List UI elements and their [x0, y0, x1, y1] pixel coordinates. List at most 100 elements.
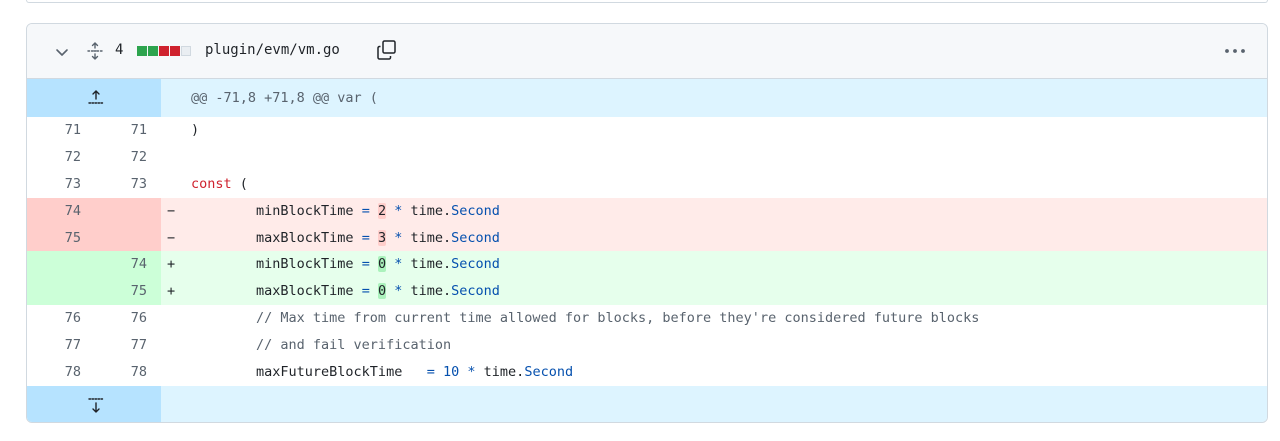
- new-line-number[interactable]: 73: [93, 171, 147, 198]
- code-token: =: [361, 202, 370, 219]
- file-path-link[interactable]: plugin/evm/vm.go: [205, 42, 340, 58]
- changes-count: 4: [115, 42, 124, 58]
- kebab-horizontal-icon[interactable]: [1223, 42, 1247, 60]
- code-text: maxBlockTime = 3 * time.Second: [191, 225, 500, 252]
- old-line-number[interactable]: 75: [27, 225, 81, 252]
- code-token: 3: [377, 229, 387, 246]
- code-token: maxFutureBlockTime: [191, 364, 427, 381]
- context-line: 73 73 const (: [27, 171, 1267, 198]
- code-text: // Max time from current time allowed fo…: [191, 305, 979, 332]
- diffstat-deleted-block: [159, 46, 169, 56]
- code-token: =: [361, 256, 370, 273]
- new-line-number[interactable]: 72: [93, 144, 147, 171]
- old-line-number[interactable]: 78: [27, 359, 81, 386]
- code-token: time.: [402, 256, 452, 273]
- context-line: 71 71): [27, 117, 1267, 144]
- diff-sign: −: [167, 229, 176, 246]
- added-line: 74 + minBlockTime = 0 * time.Second: [27, 251, 1267, 279]
- code-token: maxBlockTime: [191, 283, 362, 300]
- context-line: 72 72: [27, 144, 1267, 171]
- old-line-number[interactable]: 73: [27, 171, 81, 198]
- file-header: 4 plugin/evm/vm.go: [27, 24, 1267, 79]
- old-line-number[interactable]: [27, 278, 81, 305]
- code-token: maxBlockTime: [191, 229, 362, 246]
- code-token: time.: [402, 229, 452, 246]
- hunk-header-text: @@ -71,8 +71,8 @@ var (: [191, 90, 378, 106]
- diff-lines: 71 71) 72 72 73 73 const (74− minBlockTime = 2…: [27, 117, 1267, 386]
- code-token: time.: [402, 283, 452, 300]
- diffstat-added-block: [137, 46, 147, 56]
- code-text: const (: [191, 171, 248, 198]
- old-line-number[interactable]: 74: [27, 198, 81, 225]
- previous-file-border: [26, 0, 1268, 3]
- code-token: (: [231, 175, 248, 192]
- fold-down-icon[interactable]: [86, 395, 106, 415]
- old-line-number[interactable]: 72: [27, 144, 81, 171]
- code-token: // and fail verification: [191, 337, 452, 354]
- code-token: 10: [442, 364, 460, 381]
- code-text: maxFutureBlockTime = 10 * time.Second: [191, 359, 573, 386]
- diffstat-neutral-block: [181, 46, 191, 56]
- code-token: 0: [377, 283, 387, 300]
- diffstat-deleted-block: [170, 46, 180, 56]
- code-text: minBlockTime = 2 * time.Second: [191, 198, 500, 225]
- chevron-down-icon[interactable]: [54, 44, 70, 60]
- new-line-number[interactable]: 74: [93, 251, 147, 278]
- copy-icon[interactable]: [376, 39, 398, 61]
- code-token: =: [361, 283, 370, 300]
- old-line-number[interactable]: 76: [27, 305, 81, 332]
- new-line-number[interactable]: [93, 198, 147, 225]
- code-text: maxBlockTime = 0 * time.Second: [191, 278, 500, 305]
- code-token: ): [191, 122, 200, 138]
- diff-file: 4 plugin/evm/vm.go @@ -71,8 +71,8 @@ var…: [26, 23, 1268, 423]
- added-line: 75 + maxBlockTime = 0 * time.Second: [27, 278, 1267, 306]
- code-text: // and fail verification: [191, 332, 451, 359]
- new-line-number[interactable]: 71: [93, 117, 147, 144]
- diffstat: [137, 46, 191, 56]
- new-line-number[interactable]: 78: [93, 359, 147, 386]
- code-token: const: [191, 175, 232, 192]
- hunk-header-row: @@ -71,8 +71,8 @@ var (: [27, 79, 1267, 117]
- old-line-number[interactable]: [27, 251, 81, 278]
- diff-sign: −: [167, 202, 176, 219]
- new-line-number[interactable]: 75: [93, 278, 147, 305]
- code-token: Second: [524, 364, 574, 381]
- code-token: =: [426, 364, 435, 381]
- new-line-number[interactable]: 76: [93, 305, 147, 332]
- code-token: 2: [377, 202, 387, 219]
- new-line-number[interactable]: 77: [93, 332, 147, 359]
- old-line-number[interactable]: 77: [27, 332, 81, 359]
- expand-down-row: [27, 385, 1267, 422]
- context-line: 77 77 // and fail verification: [27, 332, 1267, 359]
- code-token: minBlockTime: [191, 256, 362, 273]
- code-token: Second: [451, 229, 500, 246]
- code-token: 0: [377, 256, 387, 273]
- code-token: Second: [451, 202, 500, 219]
- deleted-line: 74 − minBlockTime = 2 * time.Second: [27, 197, 1267, 225]
- code-token: Second: [451, 256, 500, 273]
- fold-icon[interactable]: [85, 41, 105, 61]
- diff-sign: +: [167, 256, 176, 273]
- code-token: *: [467, 364, 476, 381]
- fold-up-icon[interactable]: [86, 88, 106, 108]
- code-token: =: [361, 229, 370, 246]
- code-text: ): [191, 117, 199, 144]
- old-line-number[interactable]: 71: [27, 117, 81, 144]
- new-line-number[interactable]: [93, 225, 147, 252]
- context-line: 76 76 // Max time from current time allow…: [27, 305, 1267, 332]
- code-token: time.: [475, 364, 525, 381]
- code-token: // Max time from current time allowed fo…: [191, 310, 980, 327]
- code-token: time.: [402, 202, 452, 219]
- diffstat-added-block: [148, 46, 158, 56]
- diff-sign: +: [167, 283, 176, 300]
- code-token: minBlockTime: [191, 202, 362, 219]
- code-text: minBlockTime = 0 * time.Second: [191, 251, 500, 278]
- deleted-line: 75 − maxBlockTime = 3 * time.Second: [27, 224, 1267, 252]
- code-token: Second: [451, 283, 500, 300]
- context-line: 78 78 maxFutureBlockTime = 10 * time.Seco…: [27, 359, 1267, 386]
